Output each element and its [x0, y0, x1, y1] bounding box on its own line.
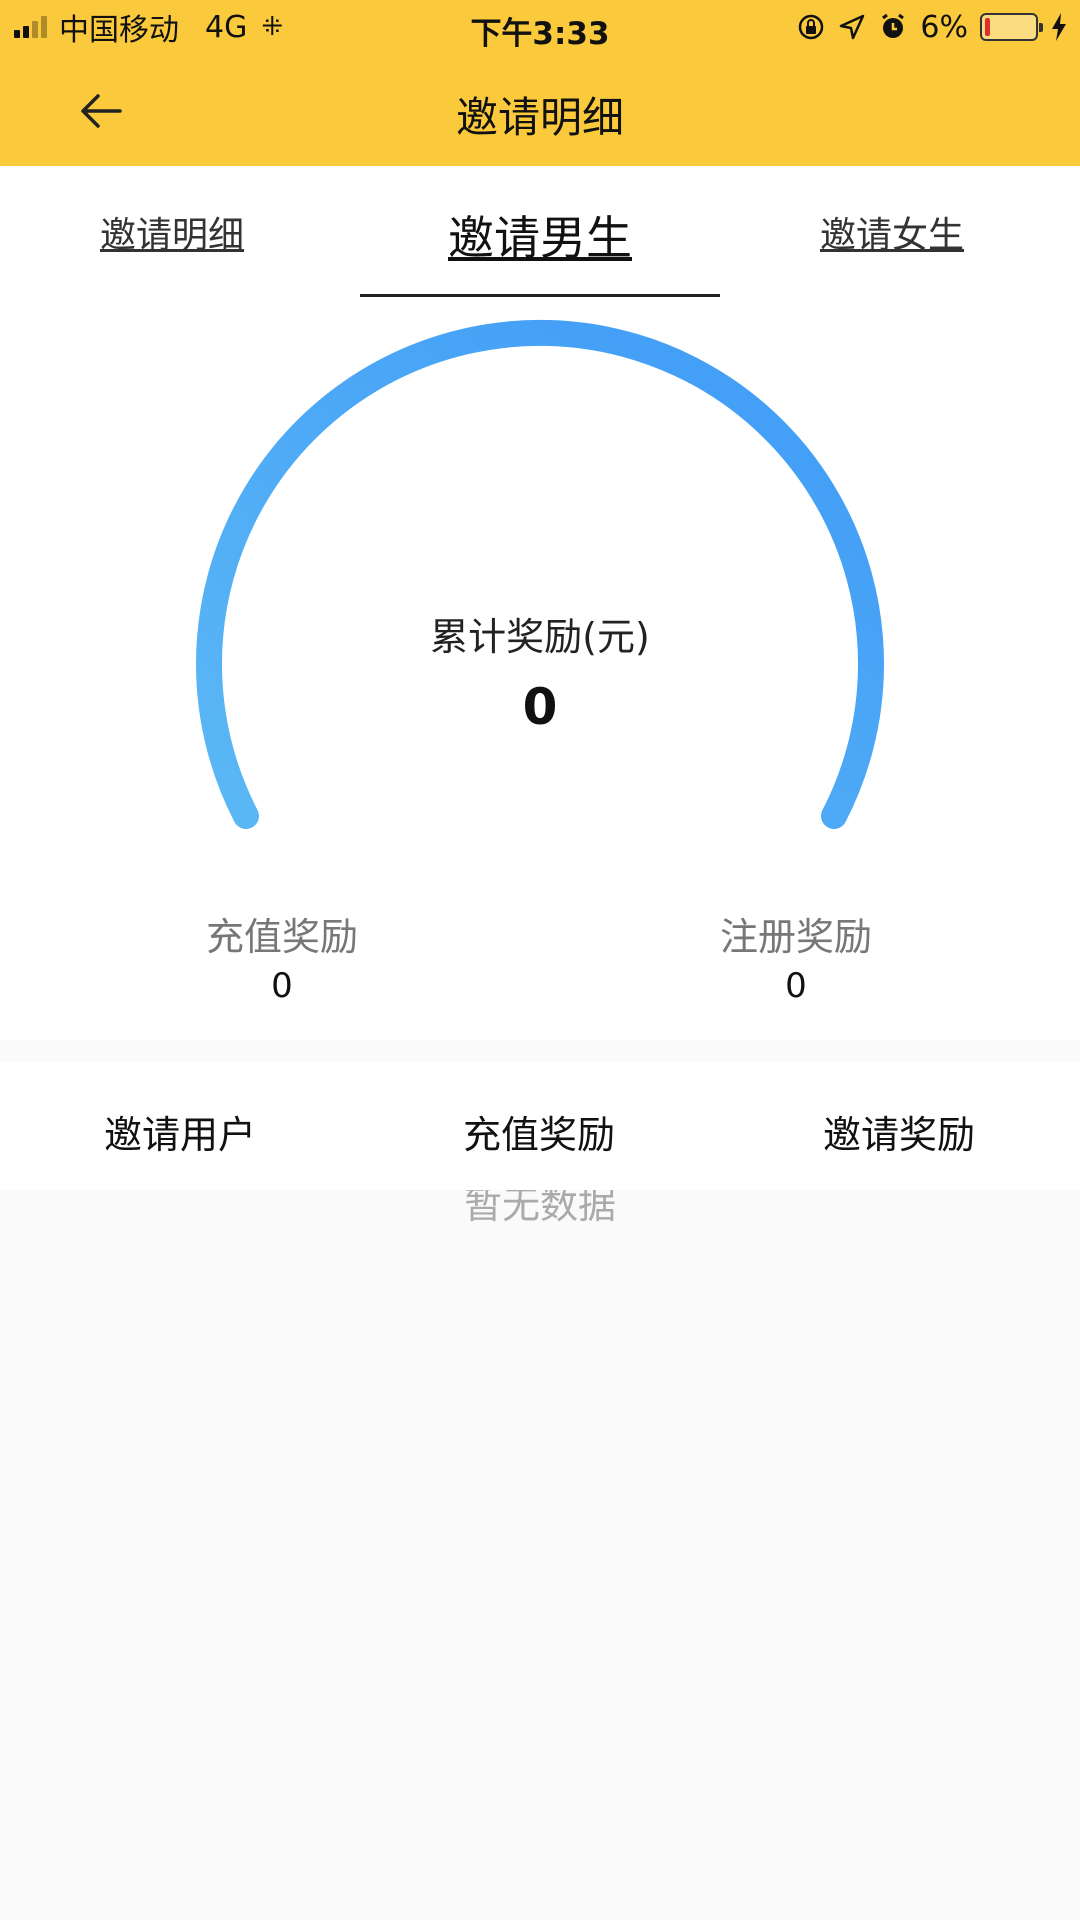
- reward-gauge: [196, 319, 884, 829]
- nav-bar: 邀请明细: [0, 54, 1080, 166]
- recharge-reward-value: 0: [271, 966, 293, 1006]
- total-reward-label: 累计奖励(元): [430, 615, 650, 659]
- recharge-reward-label: 充值奖励: [205, 915, 358, 959]
- charging-bolt-icon: [1052, 13, 1066, 41]
- main-content: 邀请明细 邀请男生 邀请女生 累计奖励(元) 0 充值奖励 0 注册奖励 0: [0, 166, 1080, 1040]
- column-recharge-reward: 充值奖励: [462, 1113, 615, 1157]
- page-title: 邀请明细: [455, 93, 624, 142]
- orientation-lock-icon: [799, 14, 824, 40]
- gauge-arc: [196, 319, 884, 829]
- battery-icon: [980, 13, 1043, 41]
- alarm-clock-icon: [882, 13, 905, 38]
- register-reward-value: 0: [785, 966, 807, 1006]
- column-invite-user: 邀请用户: [103, 1113, 256, 1157]
- register-reward-label: 注册奖励: [719, 915, 872, 959]
- status-right: 6%: [796, 9, 1068, 45]
- location-arrow-icon: [840, 14, 865, 40]
- status-bar: 中国移动 4G ⁜ 下午3:33 6%: [0, 0, 1080, 54]
- battery-percent: 6%: [920, 9, 968, 45]
- table-header: 邀请用户 充值奖励 邀请奖励: [0, 1062, 1080, 1190]
- total-reward-value: 0: [522, 678, 558, 736]
- column-invite-reward: 邀请奖励: [822, 1113, 975, 1157]
